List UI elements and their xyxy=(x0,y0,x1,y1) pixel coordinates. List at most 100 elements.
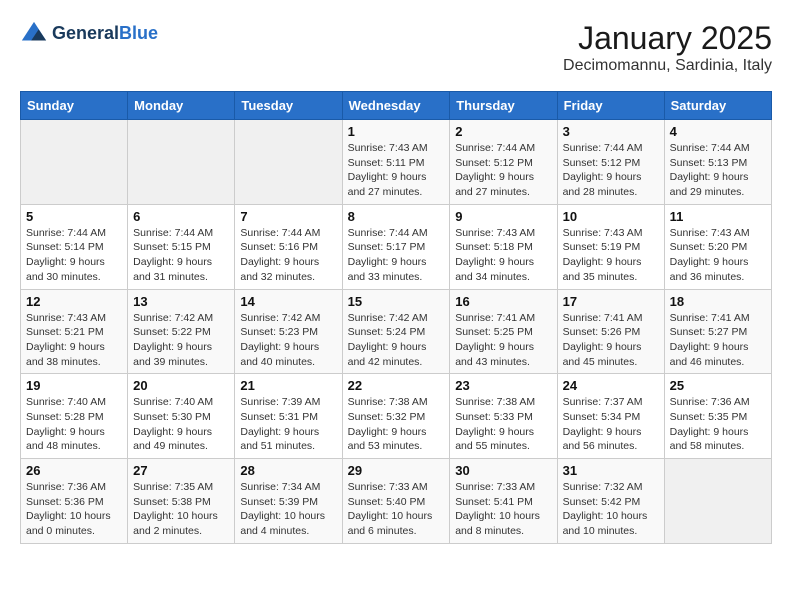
calendar-cell xyxy=(21,120,128,205)
calendar-table: SundayMondayTuesdayWednesdayThursdayFrid… xyxy=(20,91,772,544)
calendar-cell: 26 Sunrise: 7:36 AM Sunset: 5:36 PM Dayli… xyxy=(21,459,128,544)
day-number: 20 xyxy=(133,378,229,393)
day-info: Sunrise: 7:41 AM Sunset: 5:26 PM Dayligh… xyxy=(563,311,659,370)
day-info: Sunrise: 7:44 AM Sunset: 5:17 PM Dayligh… xyxy=(348,226,445,285)
day-info: Sunrise: 7:33 AM Sunset: 5:41 PM Dayligh… xyxy=(455,480,551,539)
calendar-cell: 23 Sunrise: 7:38 AM Sunset: 5:33 PM Dayli… xyxy=(450,374,557,459)
calendar-week-row: 19Sunrise: 7:40 AM Sunset: 5:28 PM Dayli… xyxy=(21,374,772,459)
day-number: 10 xyxy=(563,209,659,224)
location-subtitle: Decimomannu, Sardinia, Italy xyxy=(563,57,772,75)
calendar-week-row: 5Sunrise: 7:44 AM Sunset: 5:14 PM Daylig… xyxy=(21,204,772,289)
weekday-header-row: SundayMondayTuesdayWednesdayThursdayFrid… xyxy=(21,92,772,120)
calendar-cell: 4 Sunrise: 7:44 AM Sunset: 5:13 PM Daylig… xyxy=(664,120,771,205)
day-number: 17 xyxy=(563,294,659,309)
day-number: 2 xyxy=(455,124,551,139)
calendar-week-row: 12 Sunrise: 7:43 AM Sunset: 5:21 PM Dayli… xyxy=(21,289,772,374)
weekday-header-friday: Friday xyxy=(557,92,664,120)
day-number: 31 xyxy=(563,463,659,478)
calendar-cell: 29 Sunrise: 7:33 AM Sunset: 5:40 PM Dayli… xyxy=(342,459,450,544)
day-info: Sunrise: 7:44 AM Sunset: 5:13 PM Dayligh… xyxy=(670,141,766,200)
day-info: Sunrise: 7:41 AM Sunset: 5:27 PM Dayligh… xyxy=(670,311,766,370)
logo-text-general: GeneralBlue xyxy=(52,24,158,44)
page-header: GeneralBlue January 2025 Decimomannu, Sa… xyxy=(20,20,772,75)
weekday-header-thursday: Thursday xyxy=(450,92,557,120)
logo-icon xyxy=(20,20,48,48)
calendar-cell: 9 Sunrise: 7:43 AM Sunset: 5:18 PM Daylig… xyxy=(450,204,557,289)
day-number: 13 xyxy=(133,294,229,309)
day-info: Sunrise: 7:43 AM Sunset: 5:11 PM Dayligh… xyxy=(348,141,445,200)
day-info: Sunrise: 7:42 AM Sunset: 5:22 PM Dayligh… xyxy=(133,311,229,370)
day-number: 15 xyxy=(348,294,445,309)
day-number: 4 xyxy=(670,124,766,139)
day-number: 24 xyxy=(563,378,659,393)
day-info: Sunrise: 7:41 AM Sunset: 5:25 PM Dayligh… xyxy=(455,311,551,370)
weekday-header-tuesday: Tuesday xyxy=(235,92,342,120)
day-info: Sunrise: 7:43 AM Sunset: 5:19 PM Dayligh… xyxy=(563,226,659,285)
day-info: Sunrise: 7:38 AM Sunset: 5:32 PM Dayligh… xyxy=(348,395,445,454)
day-info: Sunrise: 7:40 AM Sunset: 5:30 PM Dayligh… xyxy=(133,395,229,454)
calendar-cell: 30 Sunrise: 7:33 AM Sunset: 5:41 PM Dayli… xyxy=(450,459,557,544)
calendar-cell: 12 Sunrise: 7:43 AM Sunset: 5:21 PM Dayli… xyxy=(21,289,128,374)
day-number: 30 xyxy=(455,463,551,478)
calendar-cell: 5Sunrise: 7:44 AM Sunset: 5:14 PM Daylig… xyxy=(21,204,128,289)
day-number: 11 xyxy=(670,209,766,224)
calendar-cell: 8 Sunrise: 7:44 AM Sunset: 5:17 PM Daylig… xyxy=(342,204,450,289)
day-info: Sunrise: 7:35 AM Sunset: 5:38 PM Dayligh… xyxy=(133,480,229,539)
calendar-cell: 31 Sunrise: 7:32 AM Sunset: 5:42 PM Dayli… xyxy=(557,459,664,544)
day-number: 8 xyxy=(348,209,445,224)
day-info: Sunrise: 7:40 AM Sunset: 5:28 PM Dayligh… xyxy=(26,395,122,454)
calendar-cell: 22 Sunrise: 7:38 AM Sunset: 5:32 PM Dayli… xyxy=(342,374,450,459)
calendar-cell: 6Sunrise: 7:44 AM Sunset: 5:15 PM Daylig… xyxy=(128,204,235,289)
weekday-header-wednesday: Wednesday xyxy=(342,92,450,120)
calendar-cell: 10 Sunrise: 7:43 AM Sunset: 5:19 PM Dayli… xyxy=(557,204,664,289)
day-info: Sunrise: 7:43 AM Sunset: 5:21 PM Dayligh… xyxy=(26,311,122,370)
calendar-cell: 7 Sunrise: 7:44 AM Sunset: 5:16 PM Daylig… xyxy=(235,204,342,289)
calendar-cell: 15 Sunrise: 7:42 AM Sunset: 5:24 PM Dayli… xyxy=(342,289,450,374)
day-info: Sunrise: 7:44 AM Sunset: 5:15 PM Dayligh… xyxy=(133,226,229,285)
calendar-cell: 25 Sunrise: 7:36 AM Sunset: 5:35 PM Dayli… xyxy=(664,374,771,459)
title-section: January 2025 Decimomannu, Sardinia, Ital… xyxy=(563,20,772,75)
day-info: Sunrise: 7:33 AM Sunset: 5:40 PM Dayligh… xyxy=(348,480,445,539)
calendar-cell: 11 Sunrise: 7:43 AM Sunset: 5:20 PM Dayli… xyxy=(664,204,771,289)
day-info: Sunrise: 7:42 AM Sunset: 5:24 PM Dayligh… xyxy=(348,311,445,370)
day-info: Sunrise: 7:44 AM Sunset: 5:12 PM Dayligh… xyxy=(455,141,551,200)
day-info: Sunrise: 7:34 AM Sunset: 5:39 PM Dayligh… xyxy=(240,480,336,539)
day-number: 3 xyxy=(563,124,659,139)
day-info: Sunrise: 7:44 AM Sunset: 5:16 PM Dayligh… xyxy=(240,226,336,285)
day-info: Sunrise: 7:32 AM Sunset: 5:42 PM Dayligh… xyxy=(563,480,659,539)
calendar-cell xyxy=(235,120,342,205)
calendar-cell: 1 Sunrise: 7:43 AM Sunset: 5:11 PM Daylig… xyxy=(342,120,450,205)
day-number: 26 xyxy=(26,463,122,478)
day-number: 9 xyxy=(455,209,551,224)
day-info: Sunrise: 7:38 AM Sunset: 5:33 PM Dayligh… xyxy=(455,395,551,454)
day-info: Sunrise: 7:36 AM Sunset: 5:35 PM Dayligh… xyxy=(670,395,766,454)
weekday-header-monday: Monday xyxy=(128,92,235,120)
day-number: 22 xyxy=(348,378,445,393)
day-number: 7 xyxy=(240,209,336,224)
day-info: Sunrise: 7:39 AM Sunset: 5:31 PM Dayligh… xyxy=(240,395,336,454)
calendar-cell: 19Sunrise: 7:40 AM Sunset: 5:28 PM Dayli… xyxy=(21,374,128,459)
day-number: 5 xyxy=(26,209,122,224)
day-number: 1 xyxy=(348,124,445,139)
day-info: Sunrise: 7:42 AM Sunset: 5:23 PM Dayligh… xyxy=(240,311,336,370)
day-info: Sunrise: 7:37 AM Sunset: 5:34 PM Dayligh… xyxy=(563,395,659,454)
weekday-header-sunday: Sunday xyxy=(21,92,128,120)
day-number: 23 xyxy=(455,378,551,393)
calendar-cell: 17 Sunrise: 7:41 AM Sunset: 5:26 PM Dayli… xyxy=(557,289,664,374)
calendar-cell: 28Sunrise: 7:34 AM Sunset: 5:39 PM Dayli… xyxy=(235,459,342,544)
calendar-cell xyxy=(664,459,771,544)
day-number: 12 xyxy=(26,294,122,309)
calendar-cell: 24 Sunrise: 7:37 AM Sunset: 5:34 PM Dayli… xyxy=(557,374,664,459)
day-number: 29 xyxy=(348,463,445,478)
calendar-cell: 18Sunrise: 7:41 AM Sunset: 5:27 PM Dayli… xyxy=(664,289,771,374)
month-title: January 2025 xyxy=(563,20,772,57)
day-info: Sunrise: 7:43 AM Sunset: 5:20 PM Dayligh… xyxy=(670,226,766,285)
day-number: 21 xyxy=(240,378,336,393)
logo: GeneralBlue xyxy=(20,20,158,48)
calendar-cell: 2 Sunrise: 7:44 AM Sunset: 5:12 PM Daylig… xyxy=(450,120,557,205)
day-number: 25 xyxy=(670,378,766,393)
day-number: 27 xyxy=(133,463,229,478)
day-info: Sunrise: 7:43 AM Sunset: 5:18 PM Dayligh… xyxy=(455,226,551,285)
calendar-cell: 13 Sunrise: 7:42 AM Sunset: 5:22 PM Dayli… xyxy=(128,289,235,374)
day-info: Sunrise: 7:36 AM Sunset: 5:36 PM Dayligh… xyxy=(26,480,122,539)
